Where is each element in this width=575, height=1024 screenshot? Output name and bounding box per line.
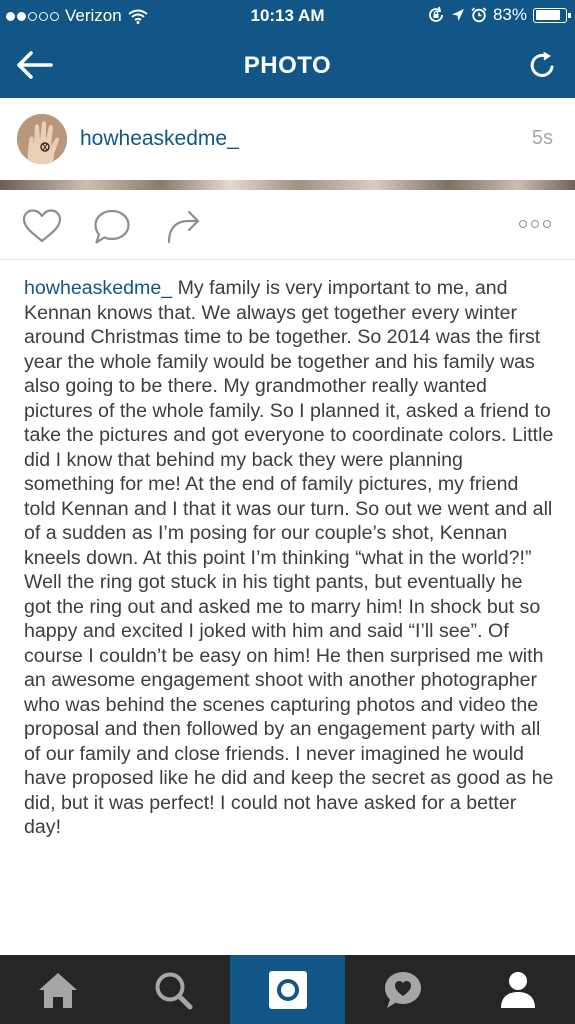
caption-text: My family is very important to me, and K… xyxy=(24,277,554,838)
refresh-icon[interactable] xyxy=(529,50,557,80)
search-icon xyxy=(155,972,192,1009)
profile-icon xyxy=(500,971,535,1008)
tab-profile[interactable] xyxy=(460,955,575,1024)
rotation-lock-icon xyxy=(429,6,443,22)
post-username[interactable]: howheaskedme_ xyxy=(80,127,239,151)
caption-username[interactable]: howheaskedme_ xyxy=(24,277,172,299)
battery-fill xyxy=(535,10,560,20)
page-title: PHOTO xyxy=(243,52,332,79)
tab-activity[interactable] xyxy=(345,955,460,1024)
share-icon[interactable] xyxy=(165,208,203,244)
post-actions xyxy=(0,190,575,260)
camera-icon xyxy=(268,970,307,1009)
avatar[interactable] xyxy=(17,114,67,164)
heart-icon[interactable] xyxy=(21,208,63,244)
status-right: 83% xyxy=(427,5,571,25)
tab-camera[interactable] xyxy=(230,955,345,1024)
more-icon[interactable] xyxy=(519,220,551,228)
activity-icon xyxy=(384,971,421,1008)
battery-icon xyxy=(533,7,571,23)
tab-search[interactable] xyxy=(115,955,230,1024)
post-caption: howheaskedme_ My family is very importan… xyxy=(24,276,554,840)
battery-percent: 83% xyxy=(492,5,527,24)
home-icon xyxy=(38,972,77,1008)
alarm-icon xyxy=(471,7,487,23)
status-bar: Verizon 10:13 AM 83% xyxy=(0,0,575,32)
tab-bar xyxy=(0,955,575,1024)
location-arrow-icon xyxy=(451,9,464,21)
tab-home[interactable] xyxy=(0,955,115,1024)
navigation-bar: PHOTO xyxy=(0,32,575,98)
post-header: howheaskedme_ 5s xyxy=(0,98,575,180)
post-photo[interactable] xyxy=(0,180,575,190)
post-timestamp: 5s xyxy=(531,127,553,149)
comment-icon[interactable] xyxy=(92,208,132,246)
